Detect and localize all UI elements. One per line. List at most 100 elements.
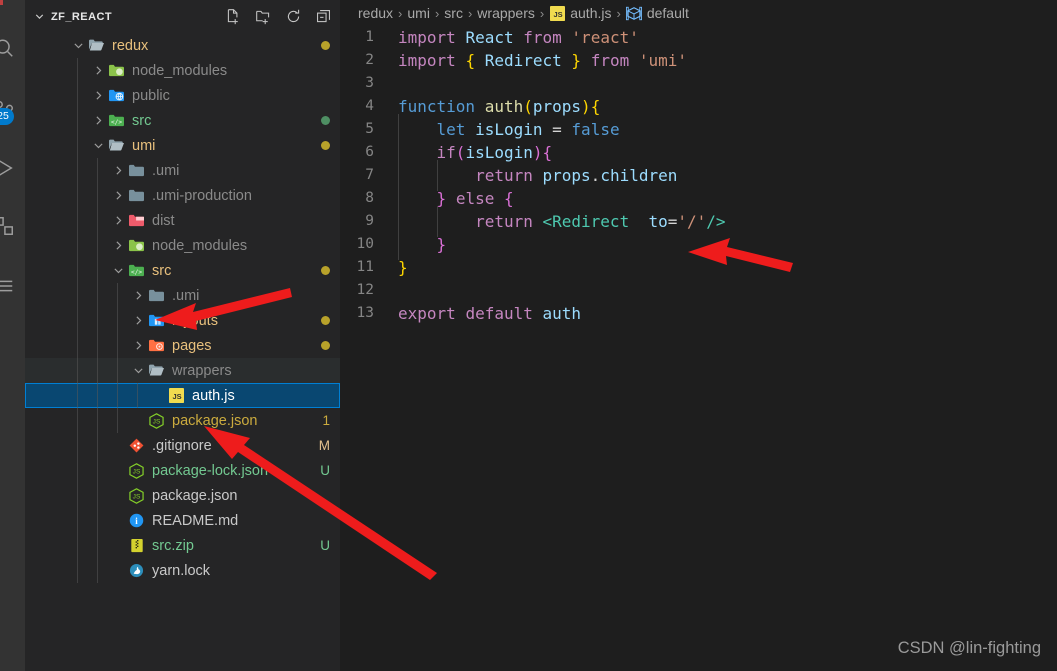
code-token: return	[475, 212, 533, 231]
tree-row--gitignore[interactable]: .gitignore M	[25, 433, 340, 458]
tree-row-layouts[interactable]: layouts	[25, 308, 340, 333]
code-line[interactable]: 1 import React from 'react'	[340, 26, 1057, 49]
tree-row-package-json[interactable]: JS package.json 1	[25, 408, 340, 433]
chevron-down-icon[interactable]	[111, 264, 125, 278]
editor-pane[interactable]: redux › umi › src › wrappers › JS auth.js › default…	[340, 0, 1057, 671]
tree-row--umi-production[interactable]: .umi-production	[25, 183, 340, 208]
tree-row-src[interactable]: </> src	[25, 258, 340, 283]
code-line[interactable]: 10 }	[340, 229, 1057, 260]
line-number: 11	[356, 259, 374, 275]
chevron-right-icon[interactable]	[91, 114, 105, 128]
tree-row-node-modules[interactable]: node_modules	[25, 233, 340, 258]
breadcrumb-item[interactable]: src	[444, 5, 463, 21]
code-line-text[interactable]: export default auth	[398, 302, 581, 325]
code-line[interactable]: 9 return <Redirect to='/'/>	[340, 206, 1057, 237]
explorer-header[interactable]: ZF_REACT	[25, 0, 340, 33]
code-line[interactable]: 8 } else {	[340, 183, 1057, 214]
remote-explorer-icon[interactable]	[0, 268, 22, 304]
tree-row-pages[interactable]: pages	[25, 333, 340, 358]
code-token: )	[581, 97, 591, 116]
chevron-right-icon[interactable]	[111, 189, 125, 203]
chevron-right-icon[interactable]	[131, 289, 145, 303]
tree-row-yarn-lock[interactable]: yarn.lock	[25, 558, 340, 583]
search-icon[interactable]	[0, 30, 22, 66]
tree-row--umi[interactable]: .umi	[25, 158, 340, 183]
folder-node-icon	[127, 237, 146, 254]
code-line-text[interactable]: if(isLogin){	[398, 137, 552, 168]
breadcrumb-label: wrappers	[477, 5, 535, 21]
file-tree[interactable]: redux node_modules public </> src umi .umi .umi…	[25, 33, 340, 583]
breadcrumb-item[interactable]: wrappers	[477, 5, 535, 21]
breadcrumb-separator: ›	[398, 5, 403, 21]
chevron-down-icon[interactable]	[33, 10, 49, 23]
code-line-text[interactable]: }	[398, 256, 408, 279]
chevron-right-icon[interactable]	[111, 214, 125, 228]
chevron-right-icon[interactable]	[111, 239, 125, 253]
code-line-text[interactable]: let isLogin = false	[398, 114, 620, 145]
code-line[interactable]: 4 function auth(props){	[340, 95, 1057, 118]
code-line-text[interactable]: return <Redirect to='/'/>	[398, 206, 726, 237]
run-debug-icon[interactable]	[0, 150, 22, 186]
code-line-text[interactable]: return props.children	[398, 160, 677, 191]
tree-row-readme-md[interactable]: i README.md	[25, 508, 340, 533]
tree-row-public[interactable]: public	[25, 83, 340, 108]
tree-row-src-zip[interactable]: src.zip U	[25, 533, 340, 558]
code-line[interactable]: 7 return props.children	[340, 160, 1057, 191]
refresh-icon[interactable]	[285, 8, 302, 25]
new-folder-icon[interactable]	[255, 8, 272, 25]
line-number: 2	[365, 52, 374, 68]
code-line-text[interactable]: function auth(props){	[398, 95, 600, 118]
breadcrumb-separator: ›	[434, 5, 440, 21]
explorer-sidebar[interactable]: ZF_REACT redux node_modules public </> s…	[25, 0, 340, 671]
code-line-text[interactable]: } else {	[398, 183, 514, 214]
code-line[interactable]: 11}	[340, 256, 1057, 279]
chevron-right-icon[interactable]	[91, 64, 105, 78]
activity-bar[interactable]: 25	[0, 0, 25, 671]
extensions-icon[interactable]	[0, 208, 22, 244]
code-line[interactable]: 5 let isLogin = false	[340, 114, 1057, 145]
new-file-icon[interactable]	[225, 8, 242, 25]
code-line-text[interactable]: import React from 'react'	[398, 26, 639, 49]
git-status-badge: 1	[322, 413, 330, 428]
code-line-text[interactable]: }	[398, 229, 446, 260]
breadcrumb-item[interactable]: default	[625, 4, 689, 22]
code-token: else	[455, 189, 495, 208]
breadcrumb[interactable]: redux › umi › src › wrappers › JS auth.js › default	[340, 0, 1057, 26]
chevron-right-icon[interactable]	[131, 339, 145, 353]
chevron-right-icon[interactable]	[111, 164, 125, 178]
code-line-text[interactable]: import { Redirect } from 'umi'	[398, 49, 687, 72]
breadcrumb-item[interactable]: umi	[407, 5, 430, 21]
code-line[interactable]: 6 if(isLogin){	[340, 137, 1057, 168]
tree-row-umi[interactable]: umi	[25, 133, 340, 158]
code-line[interactable]: 3	[340, 72, 1057, 95]
chevron-down-icon[interactable]	[91, 139, 105, 153]
breadcrumb-label: default	[646, 4, 689, 21]
tree-row-dist[interactable]: dist	[25, 208, 340, 233]
chevron-right-icon[interactable]	[131, 314, 145, 328]
breadcrumb-item[interactable]: redux	[358, 5, 393, 21]
tree-row-node-modules[interactable]: node_modules	[25, 58, 340, 83]
breadcrumb-item[interactable]: JS auth.js	[549, 5, 611, 22]
tree-row-package-lock-json[interactable]: JS package-lock.json U	[25, 458, 340, 483]
tree-row-wrappers[interactable]: wrappers	[25, 358, 340, 383]
chevron-down-icon[interactable]	[71, 39, 85, 53]
svg-text:JS: JS	[133, 468, 141, 475]
code-line[interactable]: 2 import { Redirect } from 'umi'	[340, 49, 1057, 72]
code-token: )	[532, 143, 543, 162]
code-content[interactable]: 1 import React from 'react' 2 import { Redi…	[340, 26, 1057, 325]
code-line[interactable]: 12	[340, 279, 1057, 302]
indent-guide	[398, 137, 437, 168]
chevron-right-icon[interactable]	[91, 89, 105, 103]
chevron-down-icon[interactable]	[131, 364, 145, 378]
tree-row-redux[interactable]: redux	[25, 33, 340, 58]
collapse-all-icon[interactable]	[315, 8, 332, 25]
tree-row--umi[interactable]: .umi	[25, 283, 340, 308]
tree-row-src[interactable]: </> src	[25, 108, 340, 133]
code-token: <Redirect	[542, 212, 630, 231]
tree-row-package-json[interactable]: JS package.json	[25, 483, 340, 508]
code-line[interactable]: 13 export default auth	[340, 302, 1057, 325]
tree-row-auth-js[interactable]: JS auth.js	[25, 383, 340, 408]
